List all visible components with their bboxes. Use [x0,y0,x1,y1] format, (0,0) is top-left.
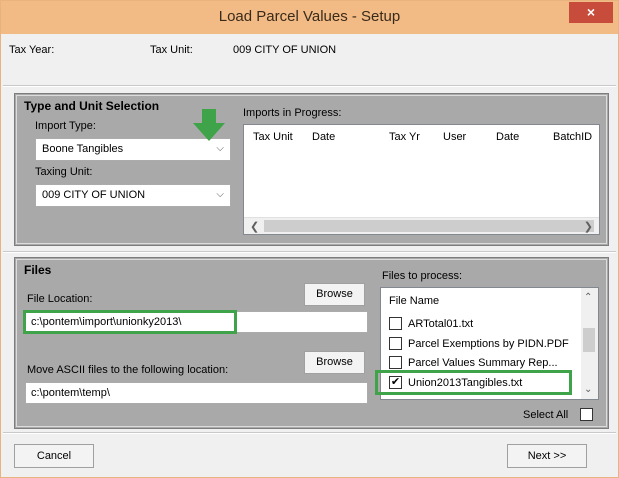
column-header[interactable]: BatchID [553,131,592,143]
chevron-down-icon: ⌵ [216,143,224,154]
chevron-down-icon: ⌵ [216,189,224,200]
highlight-box [375,370,572,395]
list-item[interactable]: Parcel Values Summary Rep... [389,355,558,371]
setup-window: Load Parcel Values - Setup × Tax Year: T… [0,0,619,478]
tax-unit-value: 009 CITY OF UNION [233,44,337,56]
import-type-label: Import Type: [35,120,96,132]
column-header[interactable]: Tax Unit [253,131,293,143]
close-button[interactable]: × [569,2,613,23]
files-to-process-label: Files to process: [382,270,463,282]
import-type-select[interactable]: Boone Tangibles ⌵ [35,138,231,161]
file-checkbox[interactable] [389,316,402,330]
select-all-checkbox[interactable] [580,408,593,421]
file-checkbox[interactable] [389,336,402,350]
column-header[interactable]: User [443,131,466,143]
move-location-label: Move ASCII files to the following locati… [27,364,229,376]
files-title: Files [24,263,52,277]
list-item[interactable]: Parcel Exemptions by PIDN.PDF [389,336,569,352]
file-name: ARTotal01.txt [408,318,474,330]
separator [3,432,616,434]
select-all-label: Select All [523,409,569,421]
move-location-input[interactable]: c:\pontem\temp\ [25,382,368,404]
scroll-thumb[interactable] [264,220,594,232]
window-title: Load Parcel Values - Setup [218,8,401,25]
tax-year-label: Tax Year: [9,44,55,56]
taxing-unit-label: Taxing Unit: [35,166,93,178]
file-name: Parcel Values Summary Rep... [408,357,558,369]
separator [3,85,616,87]
horizontal-scrollbar[interactable]: ❮ ❯ [244,217,599,234]
import-type-value: Boone Tangibles [42,143,124,155]
imports-label: Imports in Progress: [243,107,342,119]
column-header[interactable]: Tax Yr [389,131,420,143]
file-name: Parcel Exemptions by PIDN.PDF [408,338,569,350]
vertical-scrollbar[interactable]: ⌃ ⌄ [581,288,598,399]
next-button[interactable]: Next >> [507,444,587,468]
list-item[interactable]: ARTotal01.txt [389,316,473,332]
file-location-label: File Location: [27,293,93,305]
highlight-box [23,310,237,334]
browse-button[interactable]: Browse [304,351,365,374]
browse-button[interactable]: Browse [304,283,365,306]
scroll-down-icon[interactable]: ⌄ [584,384,592,395]
scroll-left-icon[interactable]: ❮ [250,220,259,233]
tax-unit-label: Tax Unit: [150,44,193,56]
file-checkbox[interactable] [389,355,402,369]
cancel-button[interactable]: Cancel [14,444,94,468]
scroll-up-icon[interactable]: ⌃ [584,292,592,303]
green-arrow-icon [193,109,225,141]
taxing-unit-select[interactable]: 009 CITY OF UNION ⌵ [35,184,231,207]
title-bar[interactable]: Load Parcel Values - Setup × [1,1,618,34]
separator [3,251,616,253]
files-group: Files File Location: Browse c:\pontem\im… [14,257,609,429]
type-unit-title: Type and Unit Selection [24,99,160,113]
taxing-unit-value: 009 CITY OF UNION [42,189,146,201]
column-header[interactable]: Date [496,131,519,143]
scroll-thumb[interactable] [583,328,595,352]
column-header[interactable]: File Name [389,293,439,309]
type-unit-group: Type and Unit Selection Import Type: Boo… [14,93,609,246]
scroll-right-icon[interactable]: ❯ [584,220,593,233]
imports-list[interactable]: Tax Unit Date Tax Yr User Date BatchID ❮… [243,124,600,235]
column-header[interactable]: Date [312,131,335,143]
